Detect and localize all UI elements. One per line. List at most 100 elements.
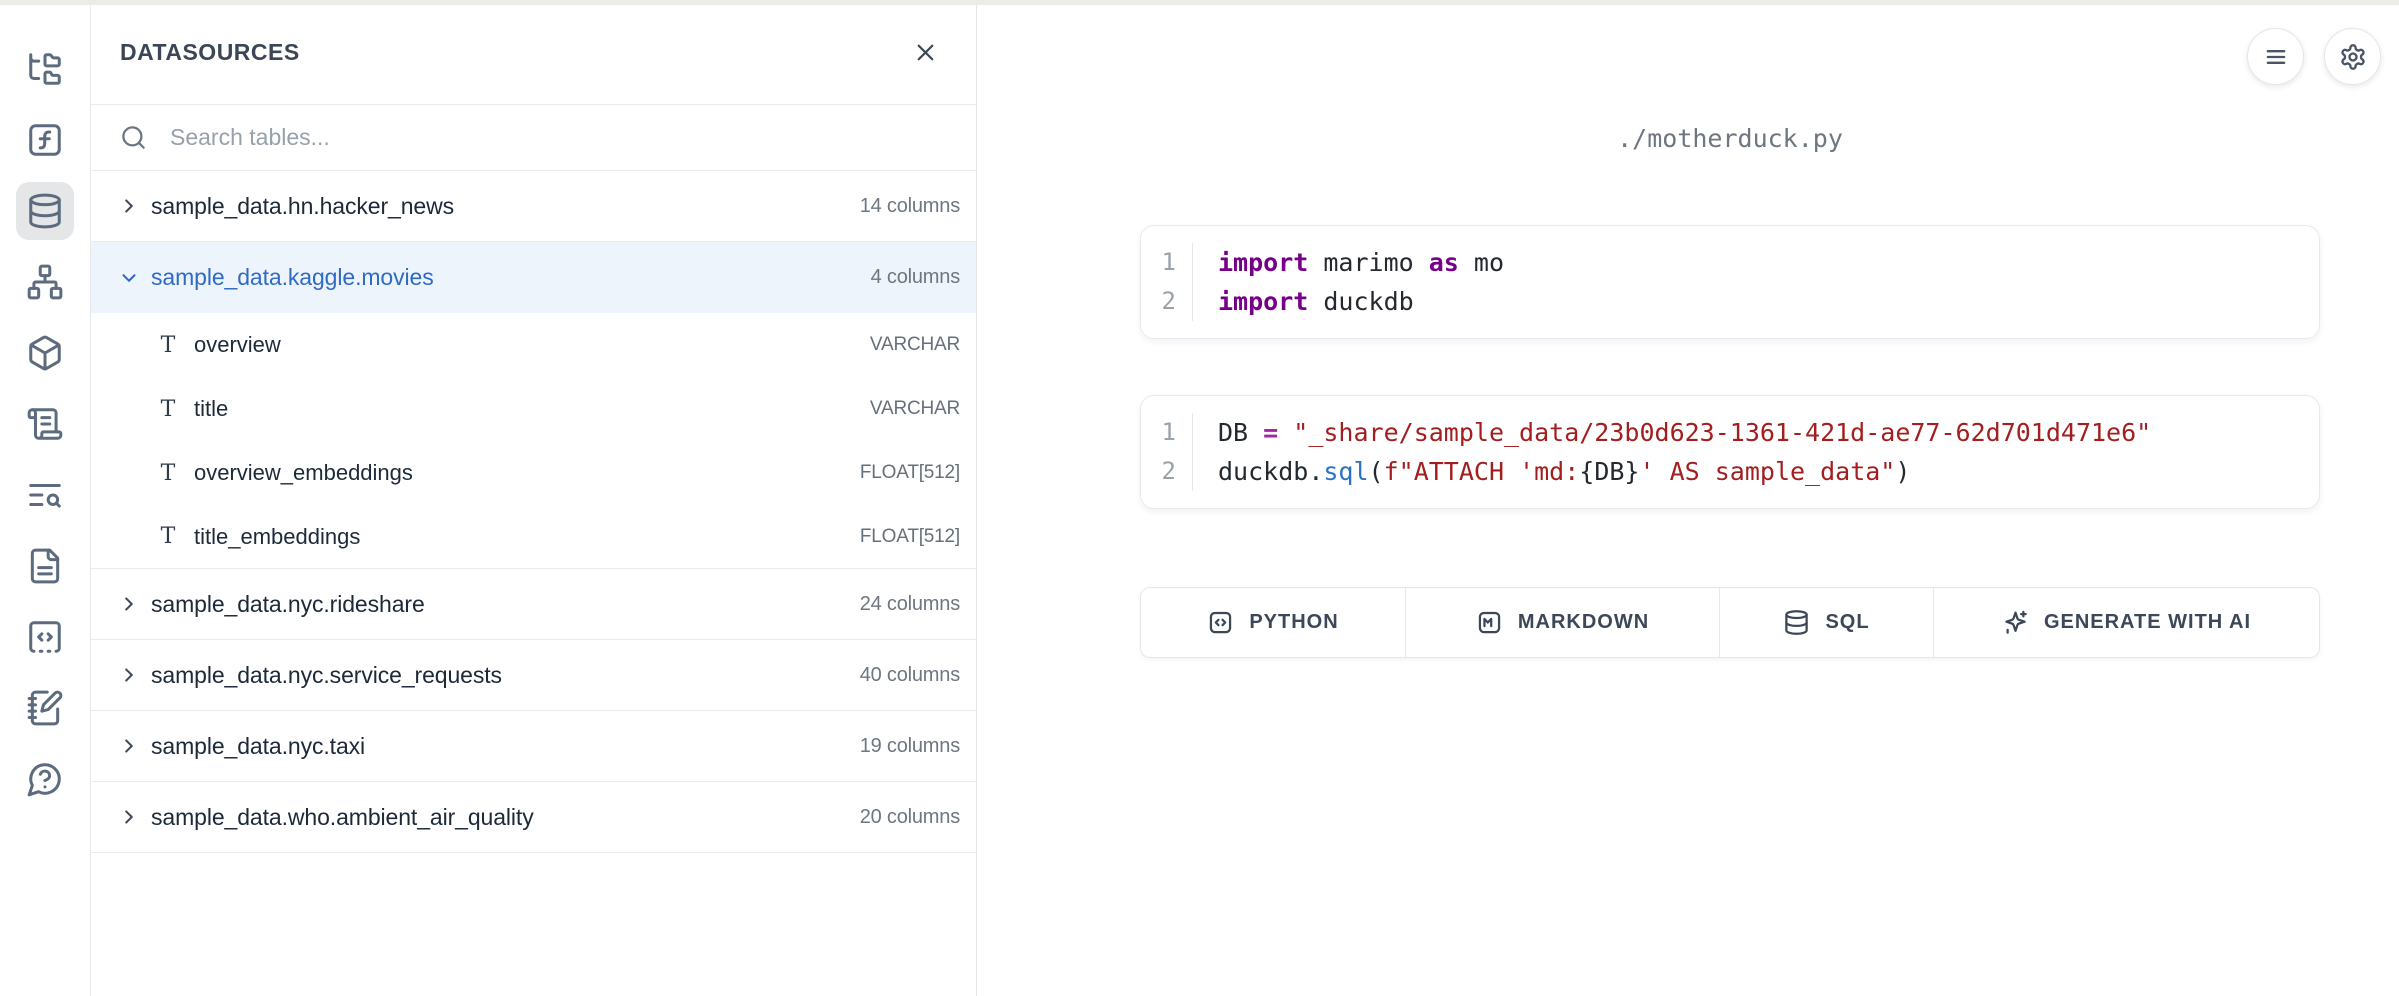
chevron-right-icon	[118, 664, 140, 686]
code-square-icon	[1207, 609, 1234, 636]
line-number: 2	[1162, 282, 1176, 321]
table-row[interactable]: sample_data.nyc.taxi19 columns	[91, 711, 976, 782]
column-type: FLOAT[512]	[860, 462, 960, 484]
menu-button[interactable]	[2247, 28, 2304, 85]
table-row[interactable]: sample_data.who.ambient_air_quality20 co…	[91, 782, 976, 853]
sparkles-icon	[2002, 609, 2029, 636]
chevron-right-icon[interactable]	[117, 805, 141, 829]
notebook-pen-icon	[26, 689, 64, 727]
sidebar-item-file-tree[interactable]	[16, 40, 74, 98]
notebook-area: ./motherduck.py 12import marimo as moimp…	[977, 0, 2399, 996]
close-button[interactable]	[908, 35, 942, 69]
code-editor: import marimo as moimport duckdb	[1193, 243, 2319, 321]
sidebar-item-scroll-logs[interactable]	[16, 395, 74, 453]
sidebar-item-notebook-pen[interactable]	[16, 679, 74, 737]
code-cell[interactable]: 12import marimo as moimport duckdb	[1140, 225, 2320, 339]
add-cell-python-button[interactable]: PYTHON	[1141, 588, 1405, 657]
menu-icon	[2262, 43, 2290, 71]
sidebar	[0, 0, 91, 996]
text-search-icon	[26, 476, 64, 514]
add-cell-button-label: MARKDOWN	[1518, 611, 1649, 634]
table-row[interactable]: sample_data.kaggle.movies 4 columns	[91, 242, 976, 313]
table-name: sample_data.kaggle.movies	[151, 264, 434, 291]
line-number: 2	[1162, 452, 1176, 491]
column-row[interactable]: Toverview VARCHAR	[91, 313, 976, 377]
column-count: 24 columns	[860, 593, 960, 616]
add-cell-button-label: SQL	[1825, 611, 1869, 634]
sidebar-item-snippets-code[interactable]	[16, 608, 74, 666]
chevron-right-icon[interactable]	[117, 734, 141, 758]
chevron-right-icon	[118, 593, 140, 615]
column-count: 4 columns	[871, 266, 960, 289]
tables-list: sample_data.hn.hacker_news14 columnssamp…	[91, 171, 976, 853]
add-cell-button-label: GENERATE WITH AI	[2044, 611, 2251, 634]
column-name: overview	[194, 332, 281, 358]
database-icon	[1783, 609, 1810, 636]
table-row[interactable]: sample_data.nyc.rideshare 24 columns	[91, 569, 976, 640]
chevron-right-icon	[118, 735, 140, 757]
function-square-icon	[26, 121, 64, 159]
code-editor: DB = "_share/sample_data/23b0d623-1361-4…	[1193, 413, 2319, 491]
markdown-square-icon	[1476, 609, 1503, 636]
sidebar-item-dependency-graph[interactable]	[16, 253, 74, 311]
panel-title: DATASOURCES	[120, 39, 300, 66]
scroll-logs-icon	[26, 405, 64, 443]
column-type: VARCHAR	[870, 398, 960, 420]
column-name: overview_embeddings	[194, 460, 413, 486]
window-top-edge	[0, 0, 2399, 5]
code-line: duckdb.sql(f"ATTACH 'md:{DB}' AS sample_…	[1218, 452, 2319, 491]
sidebar-item-help-chat[interactable]	[16, 750, 74, 808]
column-row[interactable]: Toverview_embeddings FLOAT[512]	[91, 441, 976, 505]
table-name: sample_data.nyc.rideshare	[151, 591, 425, 618]
sidebar-item-function-square[interactable]	[16, 111, 74, 169]
chevron-right-icon[interactable]	[117, 592, 141, 616]
chevron-right-icon[interactable]	[117, 663, 141, 687]
notebook-filename[interactable]: ./motherduck.py	[1140, 124, 2320, 153]
code-line: import duckdb	[1218, 282, 2319, 321]
add-cell-sql-button[interactable]: SQL	[1719, 588, 1933, 657]
table-row[interactable]: sample_data.hn.hacker_news14 columns	[91, 171, 976, 242]
search-icon	[120, 124, 147, 151]
column-type-icon: T	[155, 524, 181, 549]
sidebar-item-database[interactable]	[16, 182, 74, 240]
dependency-graph-icon	[26, 263, 64, 301]
add-cell-bar: PYTHON MARKDOWN SQL GENERATE WITH AI	[1140, 587, 2320, 658]
sidebar-item-package-cube[interactable]	[16, 324, 74, 382]
chevron-down-icon	[118, 267, 140, 289]
table-name: sample_data.nyc.taxi	[151, 733, 365, 760]
table-name: sample_data.nyc.service_requests	[151, 662, 502, 689]
file-document-icon	[26, 547, 64, 585]
column-type-icon: T	[155, 333, 181, 358]
help-chat-icon	[26, 760, 64, 798]
table-name: sample_data.who.ambient_air_quality	[151, 804, 534, 831]
search-row	[91, 105, 976, 171]
chevron-down-icon[interactable]	[117, 266, 141, 290]
search-input[interactable]	[168, 123, 947, 152]
column-row[interactable]: TtitleVARCHAR	[91, 377, 976, 441]
database-icon	[26, 192, 64, 230]
top-actions	[2247, 28, 2381, 85]
column-type-icon: T	[155, 397, 181, 422]
chevron-right-icon[interactable]	[117, 194, 141, 218]
column-row[interactable]: Ttitle_embeddingsFLOAT[512]	[91, 505, 976, 569]
package-cube-icon	[26, 334, 64, 372]
add-cell-generate-with-ai-button[interactable]: GENERATE WITH AI	[1933, 588, 2319, 657]
file-tree-icon	[26, 50, 64, 88]
add-cell-markdown-button[interactable]: MARKDOWN	[1405, 588, 1719, 657]
chevron-right-icon	[118, 806, 140, 828]
close-icon	[912, 39, 939, 66]
code-line: import marimo as mo	[1218, 243, 2319, 282]
line-number-gutter: 12	[1141, 243, 1193, 321]
column-name: title_embeddings	[194, 524, 360, 550]
settings-button[interactable]	[2324, 28, 2381, 85]
table-row[interactable]: sample_data.nyc.service_requests40 colum…	[91, 640, 976, 711]
line-number: 1	[1162, 413, 1176, 452]
line-number-gutter: 12	[1141, 413, 1193, 491]
sidebar-item-text-search[interactable]	[16, 466, 74, 524]
panel-header: DATASOURCES	[91, 0, 976, 105]
notebook-content: ./motherduck.py 12import marimo as moimp…	[1140, 0, 2320, 996]
code-cell[interactable]: 12DB = "_share/sample_data/23b0d623-1361…	[1140, 395, 2320, 509]
column-type-icon: T	[155, 461, 181, 486]
column-type: VARCHAR	[870, 334, 960, 356]
sidebar-item-file-document[interactable]	[16, 537, 74, 595]
